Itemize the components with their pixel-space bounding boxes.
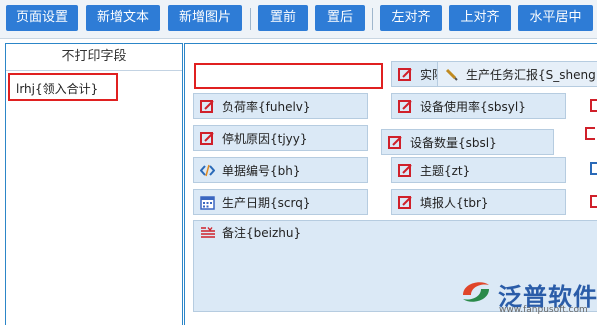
field-reporter[interactable]: 填报人{tbr} [391,189,566,215]
toolbar-separator [372,8,373,30]
field-subject[interactable]: 主题{zt} [391,157,566,183]
non-print-fields-header: 不打印字段 [6,44,182,71]
non-print-fields-panel: 不打印字段 lrhj{领入合计} [5,43,183,325]
edit-icon [590,162,597,175]
edit-icon [590,99,597,112]
toolbar-separator [250,8,251,30]
align-left-button[interactable]: 左对齐 [380,5,442,31]
field-production-date[interactable]: 生产日期{scrq} [193,189,368,215]
field-usage-rate[interactable]: 设备使用率{sbsyl} [391,93,566,119]
edit-icon [200,100,214,113]
align-top-button[interactable]: 上对齐 [449,5,511,31]
center-horizontal-button[interactable]: 水平居中 [518,5,593,31]
add-text-button[interactable]: 新增文本 [86,5,160,31]
edit-icon [398,164,412,177]
edit-icon [200,132,214,145]
non-print-field-item[interactable]: lrhj{领入合计} [8,73,118,101]
watermark-url: www.fanpusoft.com [499,305,588,315]
pencil-icon [445,68,458,81]
field-actual[interactable]: 实际 [391,61,441,87]
add-image-button[interactable]: 新增图片 [168,5,242,31]
fanpu-logo-icon [463,282,489,302]
field-report-title[interactable]: 生产任务汇报{S_sheng [437,61,597,87]
edit-icon [398,100,412,113]
field-stop-reason[interactable]: 停机原因{tjyy} [193,125,368,151]
edit-icon [585,127,595,140]
calendar-icon [200,196,215,210]
selected-text-box[interactable] [194,63,383,89]
edit-icon [590,195,597,208]
field-equipment-count[interactable]: 设备数量{sbsl} [381,129,554,155]
page-settings-button[interactable]: 页面设置 [6,5,78,31]
memo-icon [201,227,215,238]
bring-front-button[interactable]: 置前 [258,5,308,31]
toolbar: 页面设置 新增文本 新增图片 置前 置后 左对齐 上对齐 水平居中 [0,0,597,39]
send-back-button[interactable]: 置后 [315,5,365,31]
field-load-rate[interactable]: 负荷率{fuhelv} [193,93,368,119]
code-icon [200,164,215,177]
edit-icon [398,196,412,209]
edit-icon [388,136,402,149]
edit-icon [398,68,412,81]
field-doc-number[interactable]: 单据编号{bh} [193,157,368,183]
